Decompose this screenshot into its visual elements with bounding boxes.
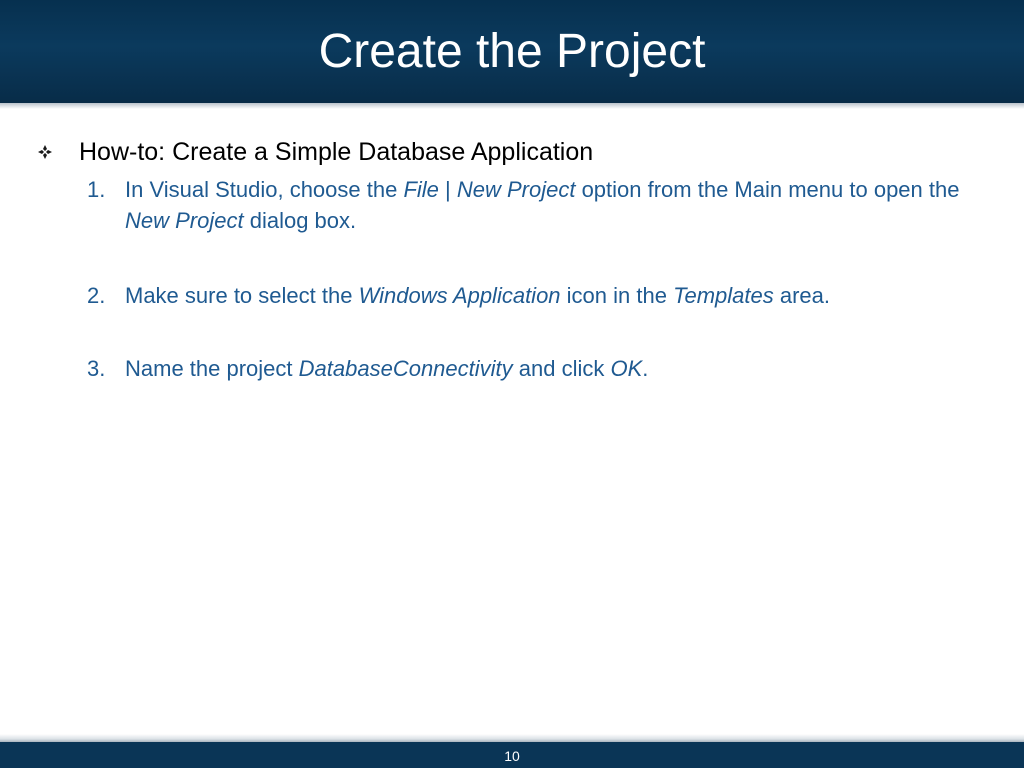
step-text-run: . bbox=[642, 356, 649, 381]
slide-title: Create the Project bbox=[318, 25, 706, 78]
title-bar-shadow bbox=[0, 103, 1024, 109]
step-text-run: Make sure to select the bbox=[125, 283, 359, 308]
step-text-emphasis: Templates bbox=[673, 283, 774, 308]
step-text-emphasis: Windows Application bbox=[358, 283, 561, 308]
step-text-emphasis: File bbox=[403, 177, 439, 202]
step-text-emphasis: OK bbox=[610, 356, 643, 381]
step-text: Name the project DatabaseConnectivity an… bbox=[125, 353, 1005, 384]
step-text-emphasis: DatabaseConnectivity bbox=[298, 356, 513, 381]
diamond-bullet-icon bbox=[38, 145, 52, 159]
step-text-run: icon in the bbox=[560, 283, 674, 308]
footer-shadow bbox=[0, 734, 1024, 742]
step-text-run: dialog box. bbox=[243, 208, 357, 233]
step-text-run: and click bbox=[512, 356, 611, 381]
section-heading: How-to: Create a Simple Database Applica… bbox=[79, 138, 594, 166]
step-text-run: Name the project bbox=[125, 356, 299, 381]
step-text-run: option from the Main menu to open the bbox=[575, 177, 960, 202]
step-text-emphasis: New Project bbox=[456, 177, 576, 202]
step-text: In Visual Studio, choose the File | New … bbox=[125, 174, 1005, 236]
step-text-emphasis: New Project bbox=[125, 208, 244, 233]
step-text-run: area. bbox=[773, 283, 831, 308]
page-number: 10 bbox=[504, 748, 520, 764]
step-text-run: | bbox=[438, 177, 457, 202]
step-text-run: In Visual Studio, choose the bbox=[125, 177, 404, 202]
step-number: 3. bbox=[87, 356, 106, 381]
step-text: Make sure to select the Windows Applicat… bbox=[125, 280, 1005, 311]
step-number: 2. bbox=[87, 283, 106, 308]
step-number: 1. bbox=[87, 177, 106, 202]
